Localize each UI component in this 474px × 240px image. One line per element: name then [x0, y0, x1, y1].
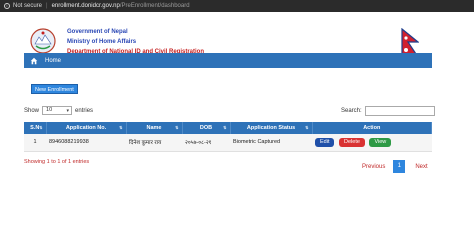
entries-control: Show 10 ▾ entries: [24, 106, 93, 115]
cell-name: दिनेश कुमार राय: [126, 134, 182, 152]
table-row: 1 8946088219938 दिनेश कुमार राय २०५७-०८-…: [24, 134, 432, 152]
page-1-button[interactable]: 1: [393, 160, 406, 173]
pagination: Previous 1 Next: [362, 160, 428, 173]
next-page-button[interactable]: Next: [415, 164, 427, 170]
column-header-sn[interactable]: S.N ⇅: [24, 122, 47, 134]
sort-icon: ⇅: [119, 125, 123, 130]
site-header: Government of Nepal Ministry of Home Aff…: [0, 12, 474, 58]
separator: |: [46, 3, 48, 9]
home-link[interactable]: Home: [45, 58, 61, 64]
column-header-name[interactable]: Name ⇅: [126, 122, 183, 134]
security-status: Not secure: [13, 3, 43, 9]
sort-icon: ⇅: [223, 125, 227, 130]
entries-select[interactable]: 10 ▾: [42, 106, 73, 115]
column-header-action: Action: [312, 122, 432, 134]
sort-icon: ⇅: [39, 125, 43, 130]
entries-label: entries: [75, 107, 94, 114]
sort-icon: ⇅: [175, 125, 179, 130]
new-enrollment-button[interactable]: New Enrollment: [31, 84, 78, 94]
entries-selected-value: 10: [46, 107, 53, 113]
gov-title: Government of Nepal: [67, 29, 128, 35]
cell-application-no: 8946088219938: [46, 134, 126, 152]
search-control: Search:: [341, 106, 435, 116]
info-icon[interactable]: i: [4, 3, 10, 9]
view-button[interactable]: View: [369, 137, 392, 147]
url-path[interactable]: /PreEnrollment/dashboard: [120, 3, 190, 9]
breadcrumb-nav: Home: [24, 53, 432, 68]
chevron-down-icon: ▾: [66, 108, 70, 114]
browser-address-bar[interactable]: i Not secure | enrollment.donidcr.gov.np…: [0, 0, 474, 12]
column-header-application-no[interactable]: Application No. ⇅: [46, 122, 127, 134]
show-label: Show: [24, 107, 40, 114]
search-input[interactable]: [364, 106, 435, 116]
cell-sn: 1: [24, 134, 46, 152]
cell-status: Biometric Captured: [230, 134, 312, 152]
delete-button[interactable]: Delete: [339, 137, 365, 147]
cell-actions: Edit Delete View: [312, 134, 432, 152]
cell-dob: २०५७-०८-२१: [182, 134, 230, 152]
applications-table: S.N ⇅ Application No. ⇅ Name ⇅ DOB ⇅ Applica…: [24, 122, 432, 152]
home-icon[interactable]: [30, 57, 38, 65]
table-header-row: S.N ⇅ Application No. ⇅ Name ⇅ DOB ⇅ Applica…: [24, 122, 432, 134]
column-header-dob[interactable]: DOB ⇅: [182, 122, 231, 134]
url-host[interactable]: enrollment.donidcr.gov.np: [52, 3, 120, 9]
search-label: Search:: [341, 108, 362, 114]
ministry-title: Ministry of Home Affairs: [67, 39, 137, 45]
previous-page-button[interactable]: Previous: [362, 164, 385, 170]
edit-button[interactable]: Edit: [315, 137, 335, 147]
sort-icon: ⇅: [305, 125, 309, 130]
nepal-emblem-icon: [30, 28, 56, 54]
table-info: Showing 1 to 1 of 1 entries: [24, 159, 90, 165]
column-header-application-status[interactable]: Application Status ⇅: [230, 122, 313, 134]
